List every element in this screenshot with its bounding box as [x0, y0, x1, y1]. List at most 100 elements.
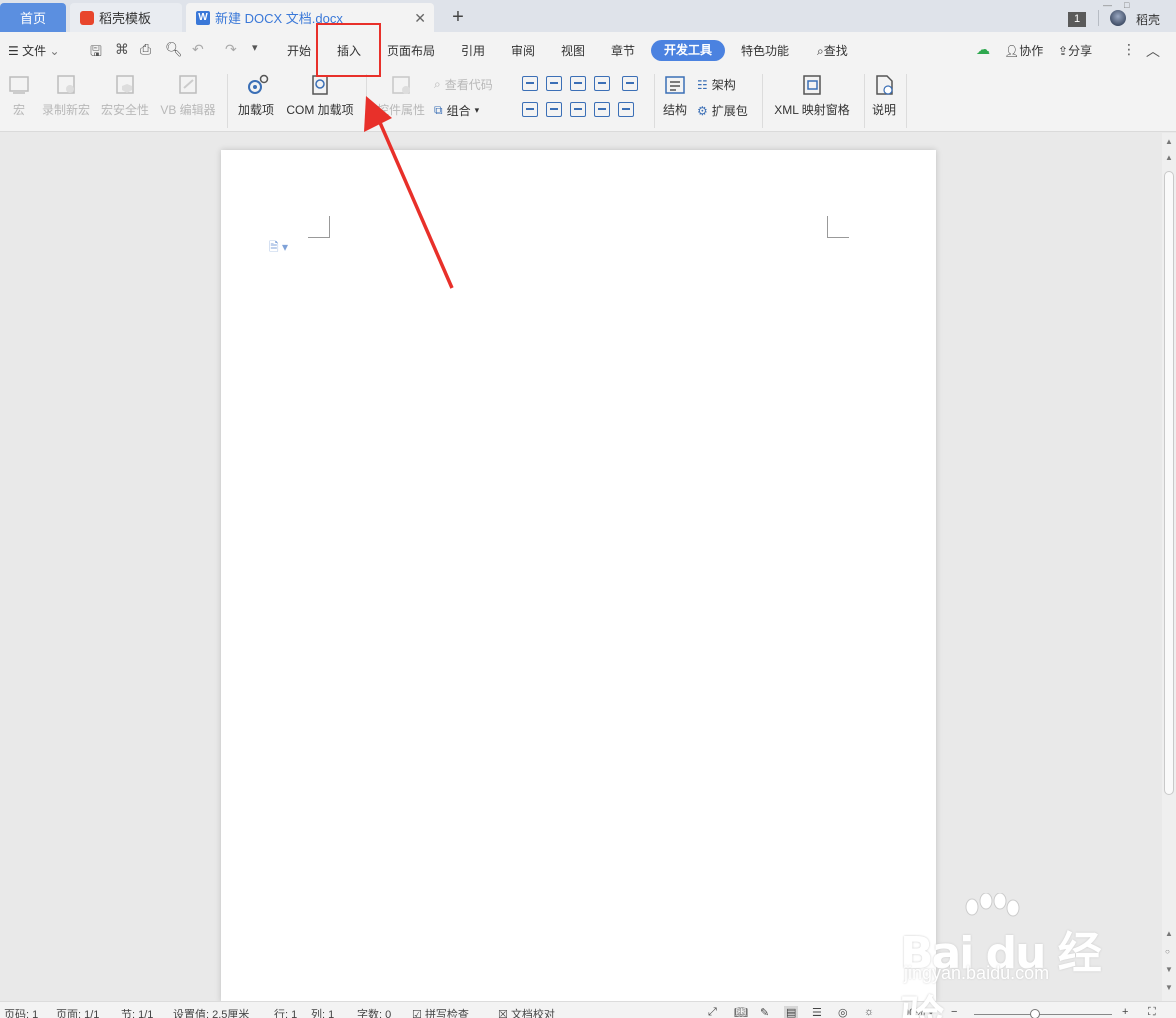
status-row[interactable]: 行: 1: [274, 1006, 297, 1018]
help-button[interactable]: 说明: [871, 74, 897, 118]
vertical-scrollbar[interactable]: ▲ ▲ ▲ ○ ▼ ▼: [1162, 133, 1176, 1001]
next-page-icon[interactable]: ▼: [1165, 965, 1173, 974]
chevron-down-icon: ▾: [474, 105, 480, 115]
fullscreen-icon[interactable]: ⤢: [708, 1006, 717, 1018]
paste-options-icon[interactable]: 🗎︎ ▾: [269, 238, 288, 259]
divider: [227, 74, 228, 128]
redo-icon[interactable]: ↷: [225, 41, 237, 58]
status-setting-value[interactable]: 设置值: 2.5厘米: [173, 1006, 249, 1018]
group-button[interactable]: ⧉ 组合 ▾: [434, 102, 479, 119]
vb-editor-button[interactable]: VB 编辑器: [159, 74, 217, 118]
watermark-url: jingyan.baidu.com: [904, 963, 1050, 983]
view-code-icon: ⌕: [434, 77, 441, 91]
com-addins-button[interactable]: COM 加载项: [284, 74, 356, 118]
rich-text-control-icon[interactable]: [546, 76, 562, 91]
building-block-icon[interactable]: [594, 76, 610, 91]
divider: [366, 74, 367, 128]
new-tab-button[interactable]: +: [446, 3, 470, 32]
tab-developer[interactable]: 开发工具: [651, 40, 725, 61]
macro-security-label: 宏安全性: [100, 103, 149, 117]
file-menu[interactable]: ☰ 文件 ⌄: [8, 42, 60, 59]
status-word-count[interactable]: 字数: 0: [357, 1006, 391, 1018]
dropdown-list-icon[interactable]: [546, 102, 562, 117]
tab-template-label: 稻壳模板: [99, 11, 152, 26]
tab-home-menu[interactable]: 开始: [287, 42, 311, 59]
print-preview-icon[interactable]: 🔍︎: [165, 41, 183, 58]
print-icon[interactable]: ⎙: [140, 41, 151, 58]
save-icon[interactable]: 🖫: [90, 41, 102, 65]
legacy-tools-icon[interactable]: [594, 102, 610, 117]
scroll-down-icon[interactable]: ▼: [1165, 983, 1173, 992]
picture-control-icon[interactable]: [570, 76, 586, 91]
addins-button[interactable]: 加载项: [237, 74, 275, 118]
more-icon[interactable]: ⋮: [1122, 41, 1136, 58]
control-properties-button[interactable]: 控件属性: [376, 74, 426, 118]
record-macro-label: 录制新宏: [41, 103, 90, 117]
status-pages[interactable]: 页面: 1/1: [56, 1006, 99, 1018]
zoom-in-icon[interactable]: +: [1122, 1006, 1128, 1018]
spell-check-button[interactable]: ☑ 拼写检查: [412, 1006, 469, 1018]
outline-view-icon[interactable]: ☰: [812, 1006, 822, 1018]
window-controls[interactable]: —□: [1103, 0, 1141, 10]
xml-map-pane-button[interactable]: XML 映射窗格: [772, 74, 852, 118]
date-picker-icon[interactable]: [570, 102, 586, 117]
select-browse-icon[interactable]: ○: [1165, 947, 1170, 956]
tab-references[interactable]: 引用: [461, 42, 485, 59]
prev-page-icon[interactable]: ▲: [1165, 929, 1173, 938]
share-button[interactable]: ⇪分享: [1058, 42, 1092, 59]
status-column[interactable]: 列: 1: [311, 1006, 334, 1018]
com-addins-label: COM 加载项: [286, 103, 354, 117]
reading-mode-icon[interactable]: 📖︎: [734, 1006, 748, 1018]
more-controls-icon[interactable]: [618, 102, 634, 117]
scroll-step-up-icon[interactable]: ▲: [1165, 153, 1173, 162]
schema-button[interactable]: ☷ 架构: [697, 76, 736, 93]
tab-document[interactable]: W 新建 DOCX 文档.docx ✕: [186, 3, 434, 32]
tab-page-layout[interactable]: 页面布局: [387, 42, 435, 59]
tab-home[interactable]: 首页: [0, 3, 66, 32]
avatar[interactable]: [1110, 10, 1126, 26]
document-page[interactable]: 🗎︎ ▾: [221, 150, 936, 1002]
tab-special-features[interactable]: 特色功能: [741, 42, 789, 59]
fit-page-icon[interactable]: ⛶: [1148, 1006, 1156, 1018]
format-painter-icon[interactable]: ⌘: [115, 41, 129, 58]
word-doc-icon: W: [196, 10, 210, 25]
record-macro-button[interactable]: 录制新宏: [40, 74, 92, 118]
structure-button[interactable]: 结构: [662, 74, 688, 118]
expansion-pack-button[interactable]: ⚙ 扩展包: [697, 102, 748, 119]
undo-icon[interactable]: ↶: [192, 41, 204, 58]
collapse-ribbon-icon[interactable]: ︿: [1146, 41, 1160, 61]
checkbox-control-icon[interactable]: [622, 76, 638, 91]
tab-template[interactable]: 稻壳模板: [70, 3, 182, 32]
scrollbar-thumb[interactable]: [1164, 171, 1174, 795]
group-label: 组合: [446, 104, 471, 118]
scroll-up-icon[interactable]: ▲: [1165, 137, 1173, 146]
window-count-badge[interactable]: 1: [1068, 12, 1086, 27]
tab-review[interactable]: 审阅: [511, 42, 535, 59]
combo-box-icon[interactable]: [522, 102, 538, 117]
close-tab-icon[interactable]: ✕: [414, 10, 426, 27]
page-view-icon[interactable]: ▤: [784, 1006, 799, 1018]
document-canvas[interactable]: 🗎︎ ▾: [0, 133, 1162, 1002]
tab-section[interactable]: 章节: [611, 42, 635, 59]
cloud-sync-icon[interactable]: ☁: [976, 41, 990, 58]
search-button[interactable]: ⌕查找: [817, 42, 848, 59]
textbox-control-icon[interactable]: [522, 76, 538, 91]
status-section[interactable]: 节: 1/1: [121, 1006, 153, 1018]
tab-view[interactable]: 视图: [561, 42, 585, 59]
addins-label: 加载项: [237, 103, 274, 117]
docer-logo-icon: [80, 10, 94, 25]
user-name[interactable]: 稻壳: [1136, 11, 1160, 28]
macro-security-button[interactable]: 宏安全性: [100, 74, 150, 118]
doc-proofread-button[interactable]: ☒ 文档校对: [498, 1006, 555, 1018]
macro-button[interactable]: 宏: [8, 74, 30, 118]
edit-mode-icon[interactable]: ✎: [760, 1006, 769, 1018]
info-doc-icon: [873, 74, 895, 96]
view-code-button[interactable]: ⌕ 查看代码: [434, 76, 493, 93]
structure-label: 结构: [662, 103, 687, 117]
collaborate-button[interactable]: 👤︎协作: [1004, 42, 1043, 59]
customize-toolbar-icon[interactable]: ▾: [252, 41, 258, 54]
eye-protection-icon[interactable]: ☼: [864, 1006, 874, 1018]
web-view-icon[interactable]: ◎: [838, 1006, 848, 1018]
status-page-number[interactable]: 页码: 1: [4, 1006, 38, 1018]
divider: [654, 74, 655, 128]
